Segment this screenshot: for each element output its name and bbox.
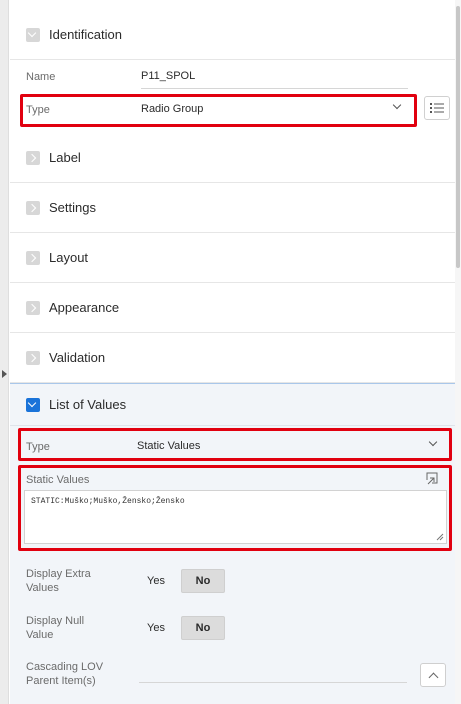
- chevron-right-icon: [26, 250, 40, 265]
- display-extra-yes[interactable]: Yes: [147, 575, 181, 587]
- section-layout[interactable]: Layout: [10, 233, 455, 283]
- section-title: Appearance: [49, 300, 120, 315]
- chevron-down-icon: [26, 27, 40, 42]
- section-title: Settings: [49, 200, 96, 215]
- highlight-box-type: [20, 94, 417, 127]
- section-validation[interactable]: Validation: [10, 333, 455, 383]
- cascading-lov-label: Cascading LOV Parent Item(s): [26, 661, 104, 687]
- resize-handle-icon[interactable]: [436, 533, 444, 541]
- section-title: Validation: [49, 350, 106, 365]
- expand-arrow-icon[interactable]: [2, 370, 7, 378]
- section-title: Label: [49, 150, 81, 165]
- section-title: List of Values: [49, 397, 127, 412]
- static-values-label: Static Values: [26, 474, 90, 486]
- display-null-no[interactable]: No: [181, 616, 225, 640]
- expand-editor-icon[interactable]: [425, 471, 439, 485]
- cascading-lov-picker-button[interactable]: [420, 663, 446, 687]
- scrollbar-thumb[interactable]: [456, 6, 460, 268]
- section-identification[interactable]: Identification: [10, 10, 455, 60]
- chevron-right-icon: [26, 350, 40, 365]
- static-values-text: STATIC:Muško;Muško,Žensko;Žensko: [31, 497, 185, 506]
- cascading-lov-input[interactable]: [139, 667, 407, 681]
- list-picker-button[interactable]: [424, 96, 450, 120]
- section-title: Layout: [49, 250, 89, 265]
- section-list-of-values: List of Values Type Static Values Static…: [10, 383, 455, 704]
- name-underline: [141, 88, 408, 89]
- cascading-lov-underline: [139, 682, 407, 683]
- scrollbar[interactable]: [455, 0, 461, 704]
- chevron-right-icon: [26, 150, 40, 165]
- name-value[interactable]: P11_SPOL: [141, 70, 195, 82]
- section-header-list-of-values[interactable]: List of Values: [10, 384, 455, 426]
- display-null-label: Display Null Value: [26, 615, 85, 641]
- display-null-yes[interactable]: Yes: [147, 622, 181, 634]
- display-extra-no[interactable]: No: [181, 569, 225, 593]
- display-extra-label: Display Extra Values: [26, 568, 91, 594]
- name-label: Name: [26, 71, 56, 83]
- display-extra-toggle: Yes No: [147, 569, 225, 593]
- section-title: Identification: [49, 27, 122, 42]
- property-editor-panel: Identification Name P11_SPOL Type Radio …: [10, 10, 455, 704]
- static-values-textarea[interactable]: STATIC:Muško;Muško,Žensko;Žensko: [24, 490, 447, 544]
- highlight-box-lov-type: [18, 428, 452, 461]
- section-label[interactable]: Label: [10, 133, 455, 183]
- list-icon: [430, 103, 444, 113]
- chevron-right-icon: [26, 200, 40, 215]
- section-settings[interactable]: Settings: [10, 183, 455, 233]
- section-appearance[interactable]: Appearance: [10, 283, 455, 333]
- left-rail: [0, 0, 9, 704]
- display-null-toggle: Yes No: [147, 616, 225, 640]
- chevron-right-icon: [26, 300, 40, 315]
- chevron-down-icon: [26, 397, 40, 412]
